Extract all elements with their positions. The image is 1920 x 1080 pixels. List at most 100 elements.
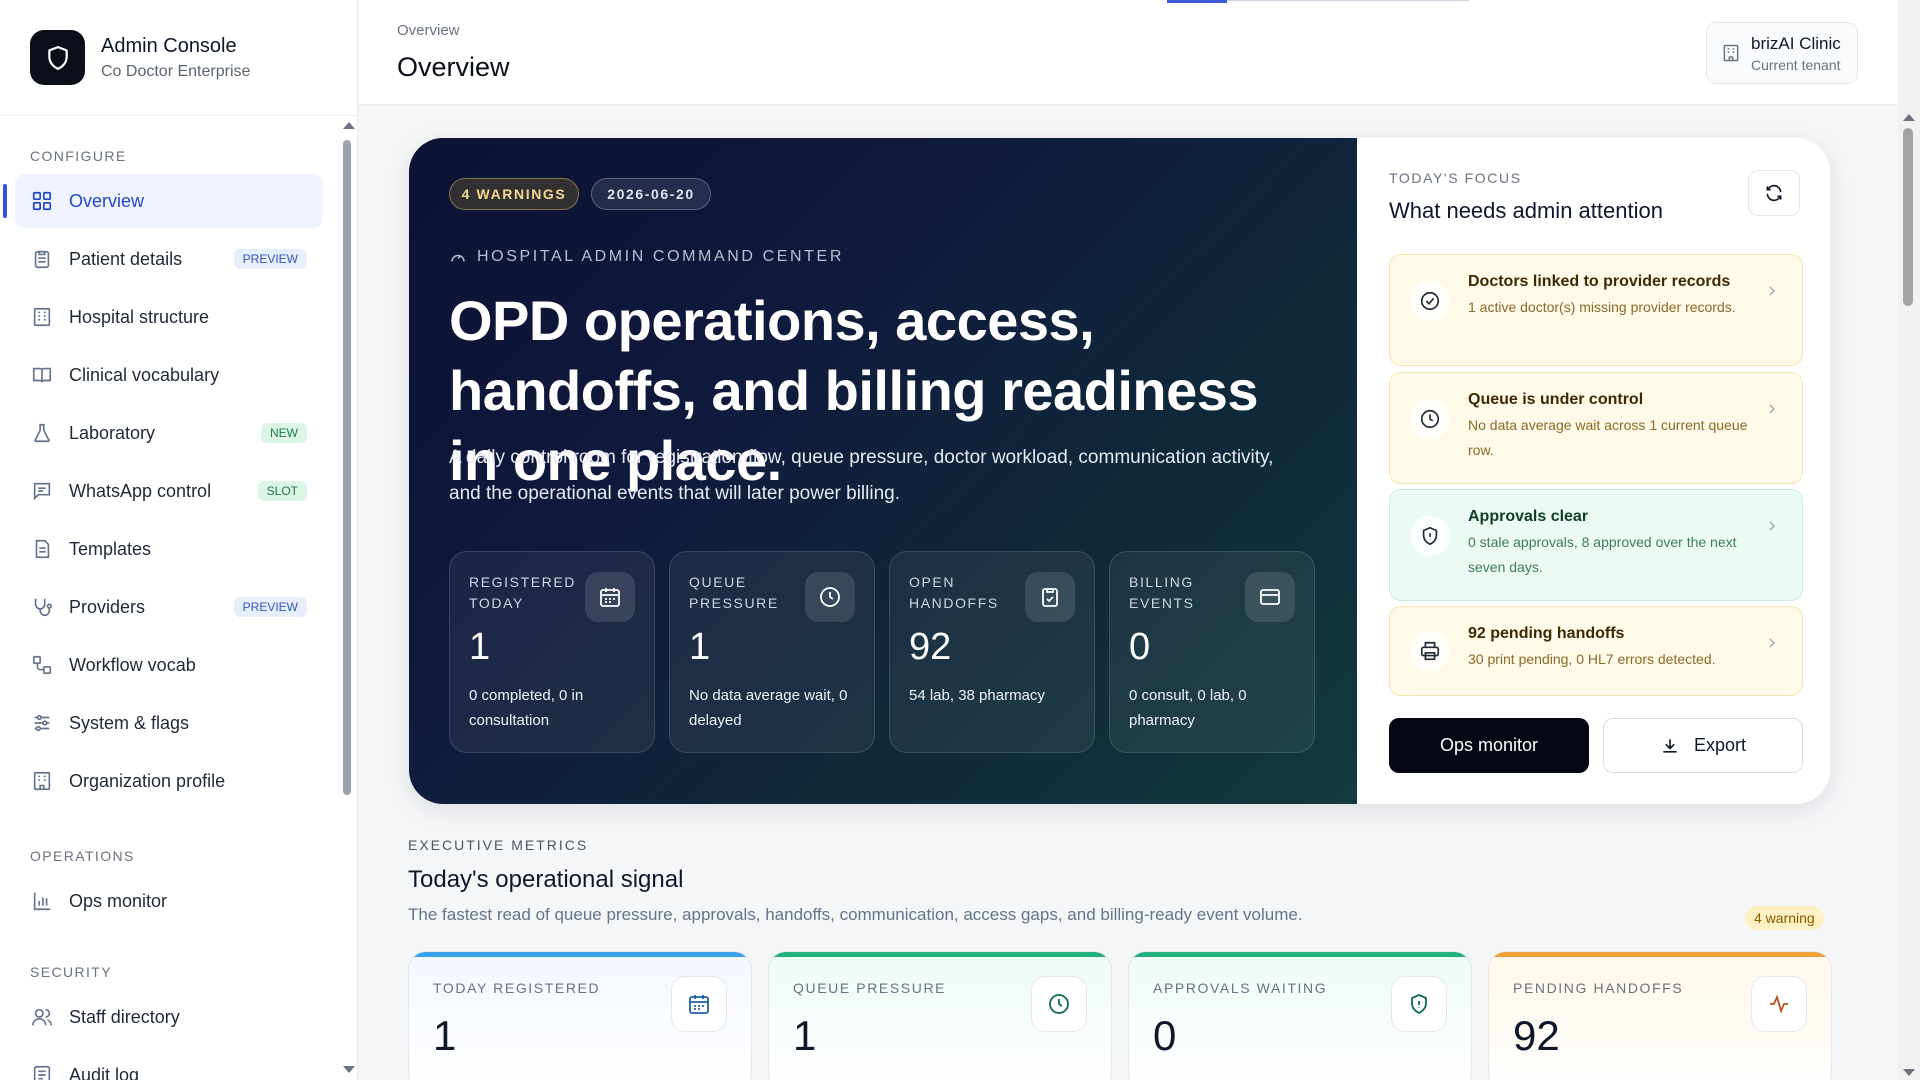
focus-card-doctors[interactable]: Doctors linked to provider records 1 act… bbox=[1389, 254, 1803, 366]
clock-icon bbox=[1410, 399, 1450, 439]
metric-today-registered[interactable]: TODAY REGISTERED 1 bbox=[408, 951, 752, 1080]
focus-card-body: 0 stale approvals, 8 approved over the n… bbox=[1468, 534, 1737, 575]
main-scrollbar[interactable] bbox=[1898, 0, 1920, 1080]
credit-card-icon bbox=[1245, 572, 1295, 622]
stat-note: 54 lab, 38 pharmacy bbox=[909, 687, 1045, 704]
stat-note: 0 consult, 0 lab, 0 pharmacy bbox=[1129, 687, 1247, 729]
slot-badge: SLOT bbox=[257, 481, 307, 501]
sidebar-item-staff-directory[interactable]: Staff directory bbox=[15, 990, 323, 1044]
shield-icon bbox=[1391, 976, 1447, 1032]
metric-pending-handoffs[interactable]: PENDING HANDOFFS 92 bbox=[1488, 951, 1832, 1080]
message-icon bbox=[31, 480, 53, 502]
shield-icon bbox=[1410, 516, 1450, 556]
refresh-button[interactable] bbox=[1748, 170, 1800, 216]
focus-card-handoffs[interactable]: 92 pending handoffs 30 print pending, 0 … bbox=[1389, 606, 1803, 696]
sidebar-item-audit-log[interactable]: Audit log bbox=[15, 1048, 323, 1080]
warning-chip[interactable]: 4 warning bbox=[1745, 906, 1824, 930]
stat-label: QUEUE PRESSURE bbox=[689, 574, 779, 611]
stat-open-handoffs[interactable]: OPEN HANDOFFS 92 54 lab, 38 pharmacy bbox=[889, 551, 1095, 753]
chevron-right-icon bbox=[1764, 283, 1780, 299]
stat-queue-pressure[interactable]: QUEUE PRESSURE 1 No data average wait, 0… bbox=[669, 551, 875, 753]
section-operations: OPERATIONS bbox=[30, 848, 135, 864]
sidebar-item-label: Workflow vocab bbox=[69, 654, 196, 675]
scroll-down-arrow[interactable] bbox=[343, 1066, 355, 1073]
preview-badge: PREVIEW bbox=[233, 597, 307, 617]
stat-registered-today[interactable]: REGISTERED TODAY 1 0 completed, 0 in con… bbox=[449, 551, 655, 753]
list-icon bbox=[31, 1064, 53, 1080]
export-label: Export bbox=[1693, 735, 1747, 755]
tenant-switcher[interactable]: brizAI Clinic Current tenant bbox=[1706, 22, 1858, 84]
new-badge: NEW bbox=[261, 423, 307, 443]
metric-value: 0 bbox=[1153, 1012, 1177, 1059]
sidebar-scrollbar[interactable] bbox=[340, 120, 355, 1075]
sidebar-item-overview[interactable]: Overview bbox=[3, 174, 323, 228]
sidebar-item-label: Overview bbox=[69, 190, 145, 211]
main-scroll-thumb[interactable] bbox=[1903, 128, 1913, 306]
hero-description: A daily control room for registration fl… bbox=[449, 447, 1274, 504]
scroll-down-arrow[interactable] bbox=[1903, 1069, 1915, 1076]
focus-card-approvals[interactable]: Approvals clear 0 stale approvals, 8 app… bbox=[1389, 489, 1803, 601]
sidebar-item-templates[interactable]: Templates bbox=[15, 522, 323, 576]
sidebar-item-providers[interactable]: Providers PREVIEW bbox=[15, 580, 323, 634]
calendar-icon bbox=[585, 572, 635, 622]
download-icon bbox=[1660, 736, 1694, 756]
loading-track bbox=[1227, 0, 1469, 1]
focus-card-title: Approvals clear bbox=[1468, 508, 1589, 525]
metric-value: 1 bbox=[793, 1012, 817, 1059]
breadcrumb[interactable]: Overview bbox=[397, 22, 460, 39]
chevron-right-icon bbox=[1764, 518, 1780, 534]
sidebar-scroll-thumb[interactable] bbox=[343, 140, 351, 795]
activity-icon bbox=[1751, 976, 1807, 1032]
metric-accent-bar bbox=[409, 952, 751, 957]
sidebar-item-label: Hospital structure bbox=[69, 306, 210, 327]
warnings-pill[interactable]: 4 WARNINGS bbox=[449, 178, 579, 210]
sidebar-item-label: Organization profile bbox=[69, 770, 226, 791]
clock-icon bbox=[1031, 976, 1087, 1032]
sidebar-item-whatsapp-control[interactable]: WhatsApp control SLOT bbox=[15, 464, 323, 518]
sidebar-item-ops-monitor[interactable]: Ops monitor bbox=[15, 874, 323, 928]
scroll-up-arrow[interactable] bbox=[1903, 114, 1915, 121]
clipboard-icon bbox=[31, 248, 53, 270]
book-icon bbox=[31, 364, 53, 386]
metric-accent-bar bbox=[1129, 952, 1471, 957]
focus-card-title: 92 pending handoffs bbox=[1468, 625, 1625, 642]
brand: Admin Console Co Doctor Enterprise bbox=[0, 0, 357, 116]
sidebar-item-laboratory[interactable]: Laboratory NEW bbox=[15, 406, 323, 460]
metric-approvals-waiting[interactable]: APPROVALS WAITING 0 bbox=[1128, 951, 1472, 1080]
chevron-right-icon bbox=[1764, 635, 1780, 651]
scroll-up-arrow[interactable] bbox=[343, 122, 355, 129]
stat-label: REGISTERED TODAY bbox=[469, 574, 577, 611]
sidebar-item-label: WhatsApp control bbox=[69, 480, 212, 501]
sidebar-item-patient-details[interactable]: Patient details PREVIEW bbox=[15, 232, 323, 286]
clock-icon bbox=[805, 572, 855, 622]
ops-monitor-button[interactable]: Ops monitor bbox=[1389, 718, 1589, 773]
sidebar-item-clinical-vocabulary[interactable]: Clinical vocabulary bbox=[15, 348, 323, 402]
gauge-icon bbox=[449, 248, 477, 266]
focus-panel: TODAY'S FOCUS What needs admin attention… bbox=[1357, 138, 1830, 804]
sliders-icon bbox=[31, 712, 53, 734]
stat-note: 0 completed, 0 in consultation bbox=[469, 687, 584, 729]
stat-billing-events[interactable]: BILLING EVENTS 0 0 consult, 0 lab, 0 pha… bbox=[1109, 551, 1315, 753]
metric-queue-pressure[interactable]: QUEUE PRESSURE 1 bbox=[768, 951, 1112, 1080]
stethoscope-icon bbox=[31, 596, 53, 618]
export-button[interactable]: Export bbox=[1603, 718, 1803, 773]
metric-value: 1 bbox=[433, 1012, 457, 1059]
loading-indicator bbox=[1167, 0, 1227, 3]
building-icon bbox=[1721, 43, 1741, 63]
focus-card-queue[interactable]: Queue is under control No data average w… bbox=[1389, 372, 1803, 484]
page-header: Overview Overview brizAI Clinic Current … bbox=[359, 0, 1898, 105]
tenant-caption: Current tenant bbox=[1751, 56, 1841, 73]
sidebar-item-system-flags[interactable]: System & flags bbox=[15, 696, 323, 750]
metric-value: 92 bbox=[1513, 1012, 1560, 1059]
sidebar-item-organization-profile[interactable]: Organization profile bbox=[15, 754, 323, 808]
refresh-icon bbox=[1764, 183, 1784, 203]
sidebar-item-hospital-structure[interactable]: Hospital structure bbox=[15, 290, 323, 344]
sidebar-item-label: Templates bbox=[69, 538, 152, 559]
date-pill[interactable]: 2026-06-20 bbox=[591, 178, 711, 210]
sidebar-item-label: Clinical vocabulary bbox=[69, 364, 220, 385]
sidebar-item-workflow-vocab[interactable]: Workflow vocab bbox=[15, 638, 323, 692]
clipboard-check-icon bbox=[1025, 572, 1075, 622]
focus-card-body: 1 active doctor(s) missing provider reco… bbox=[1468, 299, 1736, 315]
stat-value: 0 bbox=[1129, 626, 1151, 668]
document-icon bbox=[31, 538, 53, 560]
